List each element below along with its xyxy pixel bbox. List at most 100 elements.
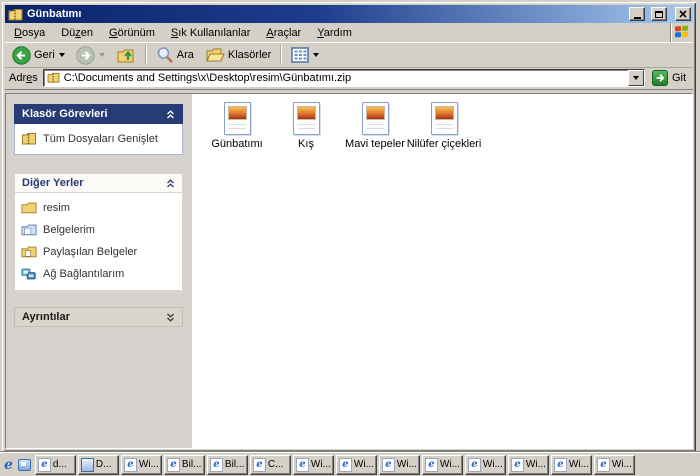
panel-other-places: Diğer Yerler resim: [14, 173, 183, 291]
back-button[interactable]: Geri: [8, 44, 69, 67]
chevron-up-icon: [166, 110, 175, 119]
file-item-mavi-tepeler[interactable]: Mavi tepeler: [342, 102, 408, 150]
taskbar: e ed... D... eWi... eBil... eBil... eC..…: [0, 452, 700, 476]
extract-all-files-label: Tüm Dosyaları Genişlet: [43, 133, 158, 145]
taskbar-button[interactable]: D...: [78, 455, 119, 475]
taskbar-button[interactable]: eWi...: [422, 455, 463, 475]
ie-page-icon: e: [253, 458, 266, 472]
menu-yardim[interactable]: Yardım: [309, 25, 360, 41]
ie-page-icon: e: [382, 458, 395, 472]
explorer-window: Günbatımı Dosya Düzen Görünüm Sık Kullan…: [2, 2, 696, 452]
other-places-item-resim[interactable]: resim: [21, 201, 176, 214]
go-label: Git: [672, 72, 686, 84]
back-label: Geri: [34, 49, 55, 61]
other-places-item-paylasilan-belgeler[interactable]: Paylaşılan Belgeler: [21, 245, 176, 258]
file-item-gunbatimi[interactable]: Günbatımı: [204, 102, 270, 150]
minimize-icon: [634, 17, 641, 19]
details-header[interactable]: Ayrıntılar: [14, 307, 183, 327]
toolbar-separator: [145, 45, 147, 65]
taskbar-button[interactable]: eWi...: [465, 455, 506, 475]
title-bar[interactable]: Günbatımı: [5, 5, 693, 23]
minimize-button[interactable]: [629, 7, 645, 21]
up-button[interactable]: [112, 44, 140, 67]
menu-duzen[interactable]: Düzen: [53, 25, 101, 41]
go-arrow-icon: [652, 70, 668, 86]
ie-page-icon: e: [296, 458, 309, 472]
close-button[interactable]: [675, 7, 691, 21]
maximize-icon: [655, 11, 663, 18]
file-name: Günbatımı: [211, 138, 262, 150]
address-label: Adres: [9, 72, 38, 84]
chevron-down-icon: [166, 313, 175, 322]
show-desktop-icon[interactable]: [18, 459, 31, 471]
taskbar-button[interactable]: eWi...: [379, 455, 420, 475]
content-area: Klasör Görevleri Tüm Dosyaları Genişlet: [5, 93, 693, 449]
file-item-kis[interactable]: Kış: [273, 102, 339, 150]
toolbar-separator: [280, 45, 282, 65]
image-file-icon: [362, 102, 389, 135]
image-file-icon: [224, 102, 251, 135]
taskbar-button[interactable]: eWi...: [551, 455, 592, 475]
other-places-header[interactable]: Diğer Yerler: [14, 173, 183, 193]
file-name: Nilüfer çiçekleri: [407, 138, 482, 150]
views-icon: [291, 47, 309, 63]
internet-explorer-icon[interactable]: e: [4, 458, 13, 472]
file-list-area[interactable]: Günbatımı Kış Mavi tepeler Nilüfer çiçek…: [192, 94, 692, 448]
sidebar: Klasör Görevleri Tüm Dosyaları Genişlet: [6, 94, 192, 448]
file-name: Kış: [298, 138, 314, 150]
ie-page-icon: e: [425, 458, 438, 472]
windows-flag-icon: [675, 26, 689, 40]
forward-button[interactable]: [72, 44, 109, 67]
taskbar-button[interactable]: eC...: [250, 455, 291, 475]
document-icon: [81, 458, 94, 472]
address-input[interactable]: C:\Documents and Settings\x\Desktop\resi…: [43, 69, 645, 87]
taskbar-button[interactable]: eWi...: [508, 455, 549, 475]
folders-icon: [205, 46, 225, 64]
folder-icon: [21, 201, 37, 214]
ie-page-icon: e: [511, 458, 524, 472]
menu-dosya[interactable]: Dosya: [6, 25, 53, 41]
search-button[interactable]: Ara: [152, 44, 198, 66]
back-dropdown-caret: [59, 53, 65, 57]
taskbar-button[interactable]: eBil...: [164, 455, 205, 475]
chevron-up-icon: [166, 179, 175, 188]
ie-page-icon: e: [339, 458, 352, 472]
go-button[interactable]: Git: [650, 70, 690, 86]
ie-page-icon: e: [38, 458, 51, 472]
other-places-body: resim Belgelerim: [14, 193, 183, 291]
other-places-item-ag-baglantilarim[interactable]: Ağ Bağlantılarım: [21, 267, 176, 281]
window-title: Günbatımı: [27, 8, 625, 20]
taskbar-button[interactable]: ed...: [35, 455, 76, 475]
folder-tasks-title: Klasör Görevleri: [22, 108, 108, 120]
zip-folder-icon: [8, 8, 23, 21]
extract-all-files-link[interactable]: Tüm Dosyaları Genişlet: [21, 132, 176, 145]
taskbar-button[interactable]: eWi...: [293, 455, 334, 475]
menu-bar: Dosya Düzen Görünüm Sık Kullanılanlar Ar…: [5, 23, 693, 42]
ie-page-icon: e: [597, 458, 610, 472]
taskbar-button[interactable]: eWi...: [594, 455, 635, 475]
menu-sik-kullanilanlar[interactable]: Sık Kullanılanlar: [163, 25, 259, 41]
panel-details: Ayrıntılar: [14, 307, 183, 327]
folder-tasks-header[interactable]: Klasör Görevleri: [14, 104, 183, 124]
details-title: Ayrıntılar: [22, 311, 70, 323]
maximize-button[interactable]: [651, 7, 667, 21]
menu-araclar[interactable]: Araçlar: [258, 25, 309, 41]
views-button[interactable]: [287, 45, 323, 65]
quick-launch: e: [2, 458, 35, 472]
windows-logo: [670, 23, 692, 42]
other-places-item-belgelerim[interactable]: Belgelerim: [21, 223, 176, 236]
folders-button[interactable]: Klasörler: [201, 44, 275, 66]
zip-folder-icon: [47, 72, 60, 83]
file-item-nilufer-cicekleri[interactable]: Nilüfer çiçekleri: [411, 102, 477, 150]
taskbar-button[interactable]: eBil...: [207, 455, 248, 475]
other-places-title: Diğer Yerler: [22, 177, 84, 189]
address-bar: Adres C:\Documents and Settings\x\Deskto…: [5, 68, 693, 90]
ie-page-icon: e: [554, 458, 567, 472]
taskbar-button[interactable]: eWi...: [336, 455, 377, 475]
forward-icon: [76, 46, 95, 65]
taskbar-button[interactable]: eWi...: [121, 455, 162, 475]
ie-page-icon: e: [468, 458, 481, 472]
address-dropdown-button[interactable]: [628, 70, 644, 86]
views-dropdown-caret: [313, 53, 319, 57]
menu-gorunum[interactable]: Görünüm: [101, 25, 163, 41]
